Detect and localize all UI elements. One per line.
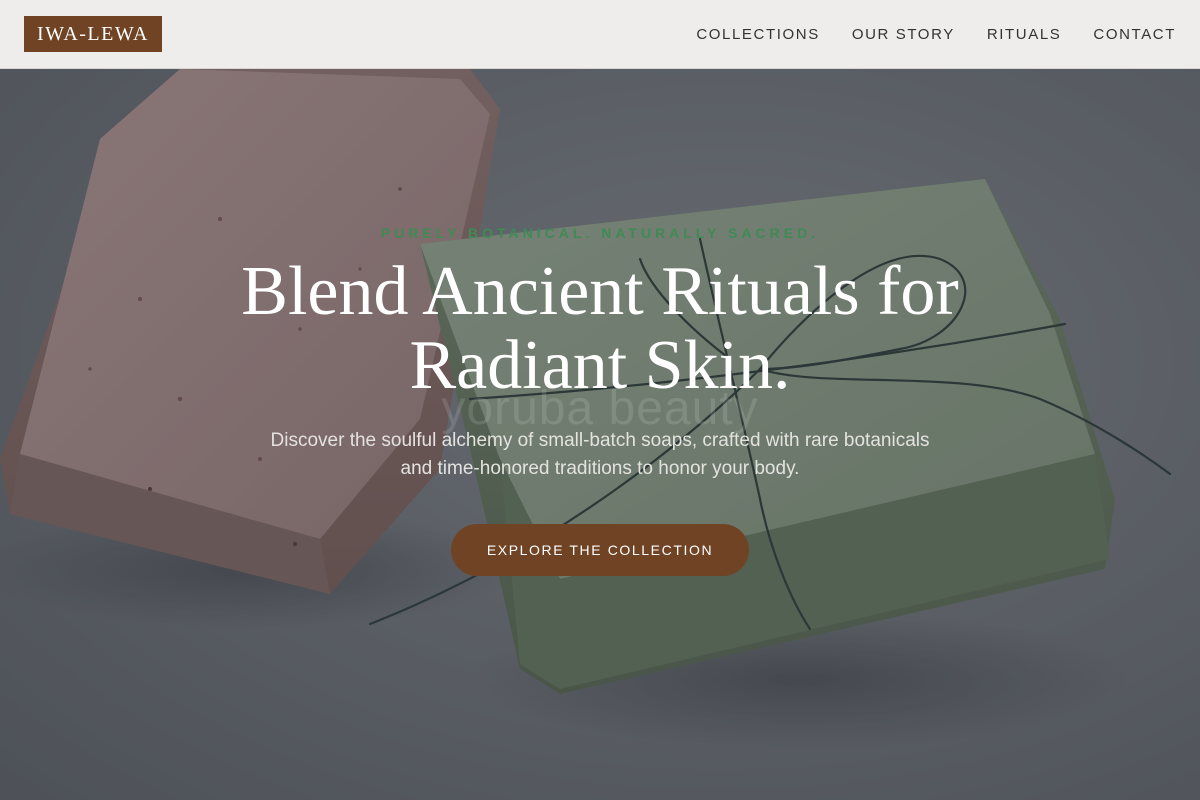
hero-subtext: Discover the soulful alchemy of small-ba… (270, 430, 930, 479)
nav-contact[interactable]: CONTACT (1093, 26, 1176, 43)
nav-rituals[interactable]: RITUALS (987, 26, 1062, 43)
nav-collections[interactable]: COLLECTIONS (696, 26, 819, 43)
nav-our-story[interactable]: OUR STORY (852, 26, 955, 43)
explore-collection-button[interactable]: EXPLORE THE COLLECTION (451, 524, 749, 576)
landing-page: IWA-LEWA COLLECTIONS OUR STORY RITUALS C… (0, 0, 1200, 800)
brand-logo[interactable]: IWA-LEWA (24, 16, 162, 52)
hero-section: PURELY BOTANICAL. NATURALLY SACRED. Blen… (0, 69, 1200, 800)
hero-eyebrow: PURELY BOTANICAL. NATURALLY SACRED. (380, 225, 820, 241)
main-nav: COLLECTIONS OUR STORY RITUALS CONTACT (696, 0, 1176, 68)
site-header: IWA-LEWA COLLECTIONS OUR STORY RITUALS C… (0, 0, 1200, 69)
hero-content: PURELY BOTANICAL. NATURALLY SACRED. Blen… (0, 69, 1200, 800)
